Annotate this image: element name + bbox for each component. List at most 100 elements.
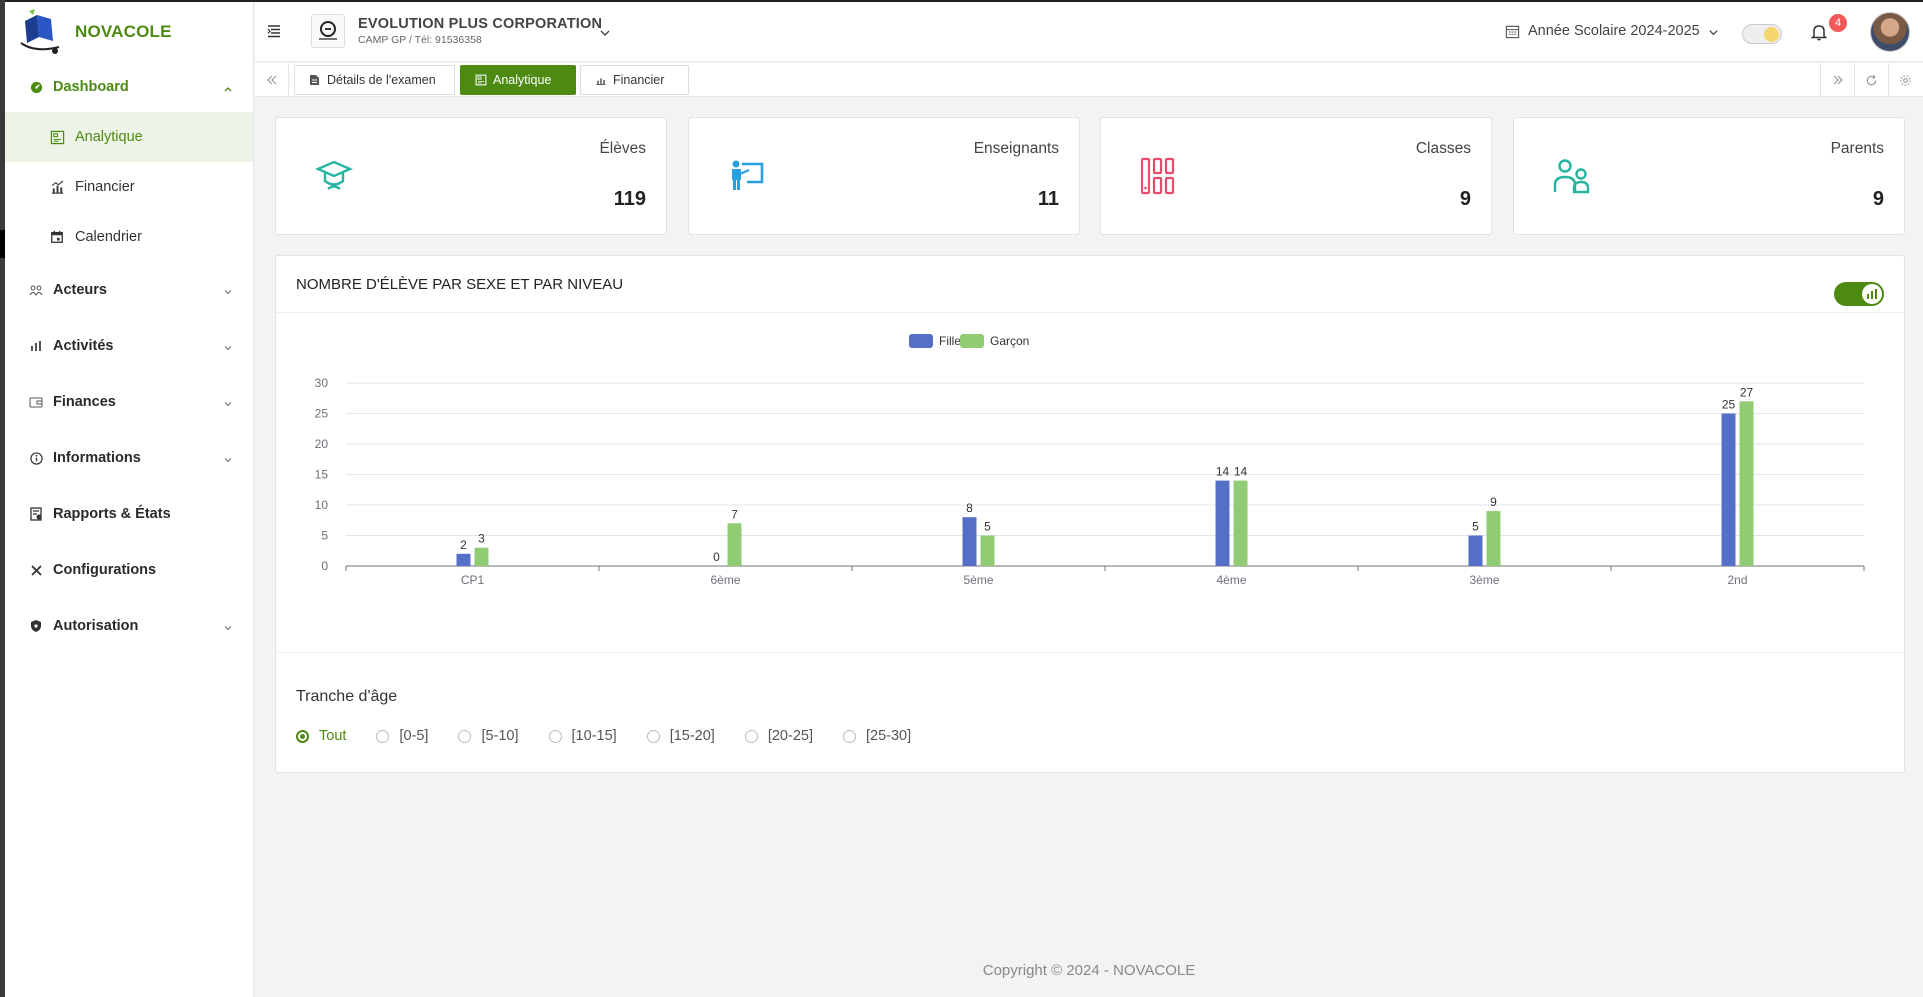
age-option-label: [25-30] <box>866 728 912 744</box>
stat-value: 9 <box>1872 188 1884 210</box>
age-option-label: [10-15] <box>571 728 617 744</box>
calendar-icon <box>1505 24 1520 39</box>
chevron-up-icon <box>223 82 233 92</box>
teacher-icon <box>727 156 767 196</box>
gear-icon[interactable] <box>1888 63 1922 97</box>
data-label: 7 <box>731 507 738 521</box>
bell-icon[interactable] <box>1809 22 1829 42</box>
sidebar-item-label: Acteurs <box>53 282 107 298</box>
age-option-label: [0-5] <box>399 728 429 744</box>
tab-label: Détails de l'examen <box>327 73 436 87</box>
tab-financier[interactable]: Financier <box>580 65 689 95</box>
novacole-logo-icon <box>15 7 67 57</box>
sidebar-item-configurations[interactable]: Configurations <box>5 542 253 598</box>
menu-toggle-icon[interactable] <box>265 22 283 40</box>
age-option-20-25[interactable]: [20-25] <box>744 728 813 744</box>
theme-toggle[interactable] <box>1742 24 1782 44</box>
bar-chart-icon <box>1867 289 1877 299</box>
scroll-left-icon[interactable] <box>255 63 289 97</box>
data-label: 14 <box>1234 465 1248 479</box>
sidebar-item-financier[interactable]: Financier <box>5 162 253 212</box>
sidebar-item-label: Financier <box>75 179 135 195</box>
sidebar-item-autorisation[interactable]: Autorisation <box>5 598 253 654</box>
classes-icon <box>1139 156 1179 196</box>
data-label: 3 <box>478 532 485 546</box>
sidebar-item-activites[interactable]: Activités <box>5 318 253 374</box>
avatar[interactable] <box>1870 12 1910 52</box>
shield-icon <box>29 619 43 633</box>
bar <box>1486 511 1501 566</box>
sidebar-item-rapports[interactable]: Rapports & États <box>5 486 253 542</box>
data-label: 27 <box>1740 385 1754 399</box>
sidebar-item-acteurs[interactable]: Acteurs <box>5 262 253 318</box>
sidebar-item-dashboard[interactable]: Dashboard <box>5 62 253 112</box>
users-icon <box>29 283 43 297</box>
bar-chart: Fille Garçon051015202530CP12 36ème075ème85… <box>315 334 1865 587</box>
report-icon <box>29 507 43 521</box>
y-tick-label: 30 <box>315 376 329 390</box>
y-tick-label: 25 <box>315 407 329 421</box>
refresh-icon[interactable] <box>1854 63 1888 97</box>
tab-label: Analytique <box>493 73 552 87</box>
legend-swatch <box>909 334 933 348</box>
radio-dot <box>744 729 758 743</box>
data-label: 0 <box>713 550 720 564</box>
company-name[interactable]: EVOLUTION PLUS CORPORATION <box>358 16 602 32</box>
legend-label: Fille <box>939 334 961 348</box>
notification-badge: 4 <box>1829 14 1847 32</box>
sidebar-item-calendrier[interactable]: Calendrier <box>5 212 253 262</box>
radio-dot <box>548 729 562 743</box>
sidebar-item-analytique[interactable]: Analytique <box>5 112 253 162</box>
bar <box>1721 413 1736 566</box>
chart-panel: NOMBRE D'ÉLÈVE PAR SEXE ET PAR NIVEAU Fi… <box>275 255 1905 773</box>
finance-chart-icon <box>49 179 65 195</box>
scroll-right-icon[interactable] <box>1820 63 1854 97</box>
sidebar-item-finances[interactable]: Finances <box>5 374 253 430</box>
school-year-selector[interactable]: Année Scolaire 2024-2025 <box>1505 23 1719 39</box>
data-label: 5 <box>1472 520 1479 534</box>
stat-card-parents[interactable]: Parents 9 <box>1513 117 1905 235</box>
sidebar: NOVACOLE Dashboard Analytique Financier … <box>5 2 254 997</box>
chart-view-toggle[interactable] <box>1834 282 1884 306</box>
data-label: 14 <box>1216 465 1230 479</box>
app-name: NOVACOLE <box>75 22 172 41</box>
stat-label: Élèves <box>599 140 646 157</box>
chevron-down-icon <box>223 285 233 295</box>
x-tick-label: 3ème <box>1469 573 1499 587</box>
graduate-icon <box>314 156 354 196</box>
bar <box>1468 535 1483 566</box>
stat-card-enseignants[interactable]: Enseignants 11 <box>688 117 1080 235</box>
school-year-label: Année Scolaire 2024-2025 <box>1528 23 1700 39</box>
brand[interactable]: NOVACOLE <box>5 2 253 62</box>
chevron-down-icon <box>223 341 233 351</box>
age-option-5-10[interactable]: [5-10] <box>458 728 519 744</box>
legend-swatch <box>960 334 984 348</box>
age-option-15-20[interactable]: [15-20] <box>646 728 715 744</box>
info-icon <box>29 451 43 465</box>
x-tick-label: 5ème <box>963 573 993 587</box>
sidebar-item-label: Configurations <box>53 562 157 578</box>
stat-card-eleves[interactable]: Élèves 119 <box>275 117 667 235</box>
data-label: 5 <box>984 520 991 534</box>
bar <box>980 535 995 566</box>
sidebar-item-label: Autorisation <box>53 618 139 634</box>
sidebar-item-informations[interactable]: Informations <box>5 430 253 486</box>
chevron-down-icon <box>223 453 233 463</box>
data-label: 8 <box>966 501 973 515</box>
age-option-25-30[interactable]: [25-30] <box>843 728 911 744</box>
age-option-0-5[interactable]: [0-5] <box>376 728 428 744</box>
wallet-icon <box>29 395 43 409</box>
tab-details-examen[interactable]: Détails de l'examen <box>294 65 455 95</box>
tab-analytique[interactable]: Analytique <box>460 65 576 95</box>
radio-dot <box>296 729 309 743</box>
data-label: 2 <box>460 538 467 552</box>
company-switch-chevron-icon[interactable] <box>599 26 611 38</box>
top-header: EVOLUTION PLUS CORPORATION CAMP GP / Tél… <box>255 2 1923 62</box>
age-option-tout[interactable]: Tout <box>296 728 346 744</box>
y-tick-label: 0 <box>321 559 328 573</box>
document-icon <box>309 74 321 86</box>
bar <box>1215 480 1230 566</box>
stat-card-classes[interactable]: Classes 9 <box>1100 117 1492 235</box>
bar <box>1233 480 1248 566</box>
age-option-10-15[interactable]: [10-15] <box>548 728 617 744</box>
